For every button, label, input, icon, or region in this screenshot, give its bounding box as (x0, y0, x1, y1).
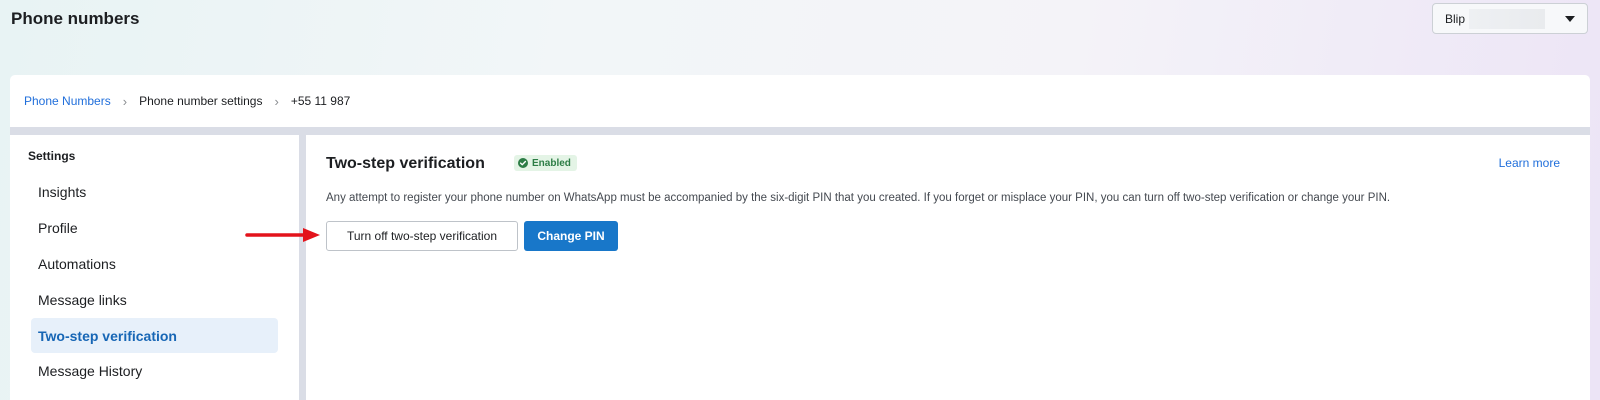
breadcrumb-phone-number: +55 11 987 (290, 94, 351, 108)
caret-down-icon (1565, 16, 1575, 22)
status-badge-label: Enabled (532, 157, 571, 169)
sidebar-item-two-step-verification[interactable]: Two-step verification (31, 318, 278, 353)
check-circle-icon (518, 158, 528, 168)
panel-divider (299, 135, 306, 400)
status-badge: Enabled (514, 155, 577, 171)
main-panel: Two-step verification Enabled Learn more… (306, 135, 1590, 400)
section-divider (10, 127, 1590, 135)
section-title: Two-step verification (326, 155, 485, 172)
account-select[interactable]: Blip (1432, 3, 1588, 34)
turn-off-two-step-button[interactable]: Turn off two-step verification (326, 221, 518, 251)
change-pin-button[interactable]: Change PIN (524, 221, 618, 251)
sidebar-heading: Settings (28, 149, 76, 163)
page-title: Phone numbers (11, 9, 140, 28)
chevron-right-icon: › (122, 93, 128, 109)
section-description: Any attempt to register your phone numbe… (326, 192, 1391, 204)
breadcrumb: Phone Numbers › Phone number settings › … (10, 75, 1590, 127)
red-arrow-icon (245, 226, 321, 249)
sidebar-item-message-history[interactable]: Message History (31, 353, 278, 388)
chevron-right-icon: › (274, 93, 279, 109)
settings-sidebar: Settings Insights Profile Automations Me… (10, 135, 299, 400)
learn-more-link[interactable]: Learn more (1499, 156, 1560, 170)
redacted-account-name (1469, 8, 1546, 29)
sidebar-item-insights[interactable]: Insights (31, 174, 278, 209)
breadcrumb-phone-number-settings: Phone number settings (139, 94, 263, 108)
account-select-value: Blip (1445, 11, 1466, 26)
sidebar-item-automations[interactable]: Automations (31, 246, 278, 281)
breadcrumb-phone-numbers[interactable]: Phone Numbers (24, 94, 111, 108)
sidebar-item-profile[interactable]: Profile (31, 210, 278, 245)
sidebar-item-message-links[interactable]: Message links (31, 282, 278, 317)
